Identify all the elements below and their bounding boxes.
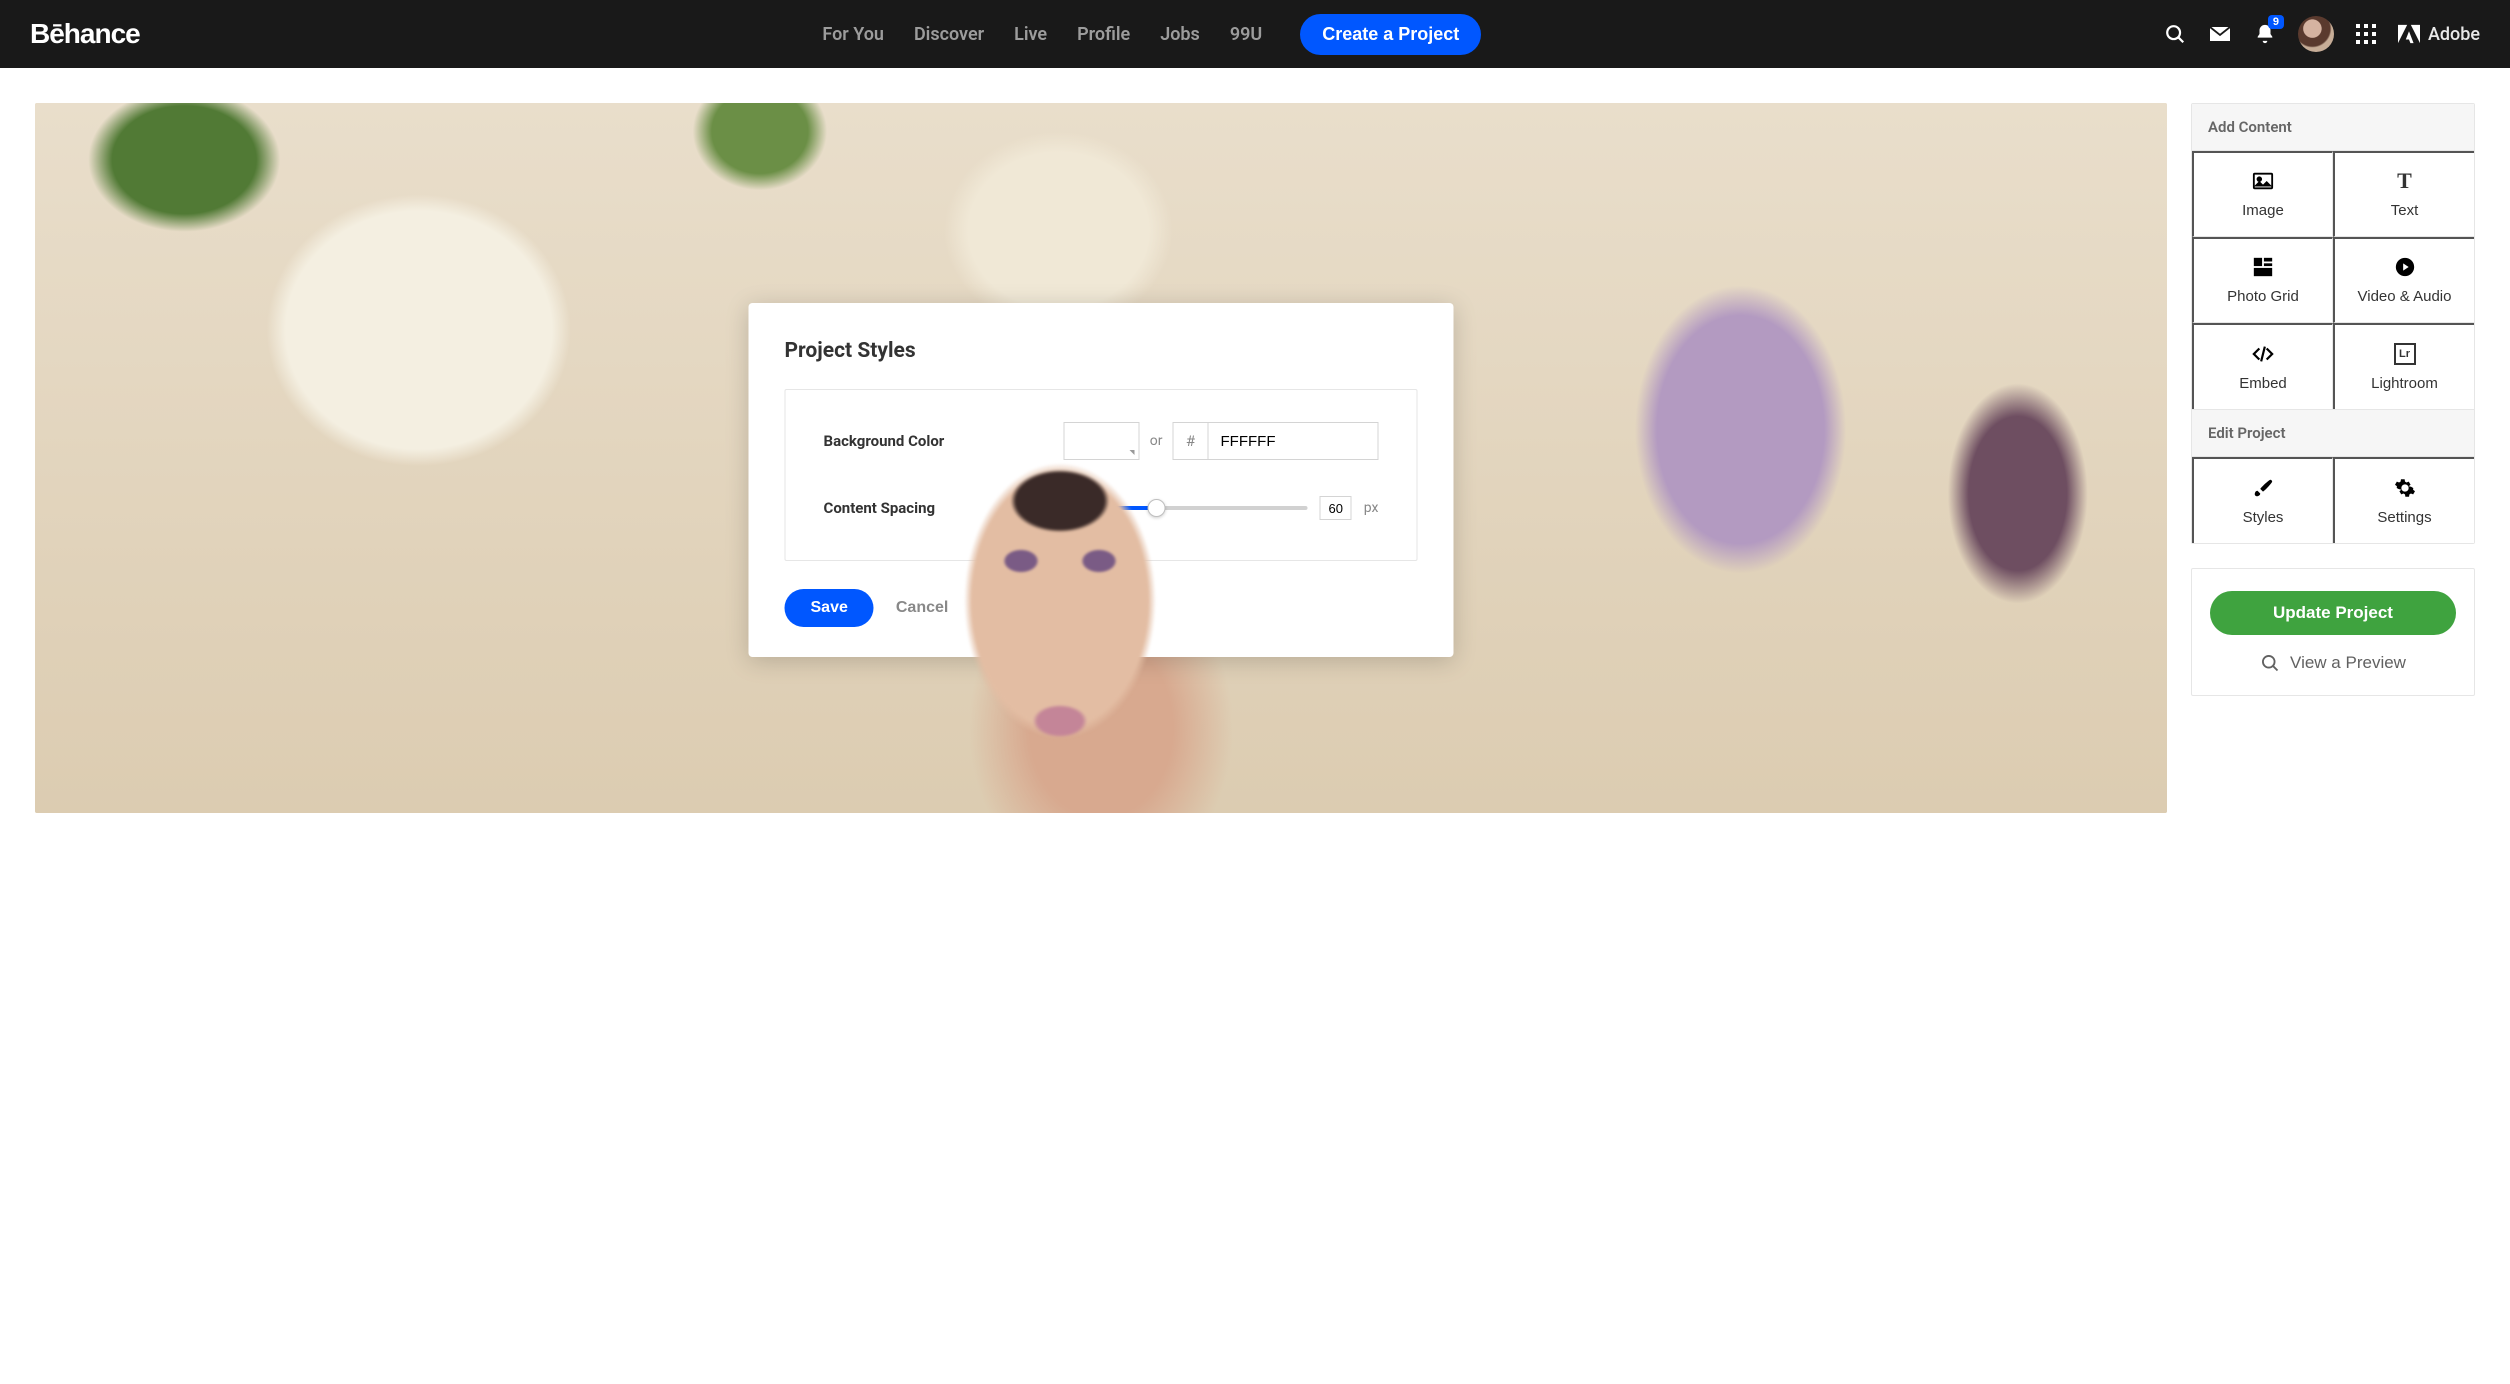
- header-actions: 9 Adobe: [2164, 16, 2480, 52]
- notifications-icon[interactable]: 9: [2254, 23, 2276, 45]
- nav-for-you[interactable]: For You: [822, 24, 884, 45]
- adobe-link[interactable]: Adobe: [2398, 24, 2480, 45]
- editor-sidebar: Add Content Image T Text Photo Grid Vide…: [2191, 103, 2475, 696]
- brush-icon: [2252, 477, 2274, 499]
- tool-embed-label: Embed: [2239, 375, 2287, 392]
- tool-lightroom[interactable]: Lr Lightroom: [2333, 323, 2474, 409]
- text-icon: T: [2394, 170, 2416, 192]
- modal-actions: Save Cancel: [785, 589, 1418, 627]
- tool-text[interactable]: T Text: [2333, 151, 2474, 237]
- spacing-unit: px: [1364, 500, 1379, 516]
- create-project-button[interactable]: Create a Project: [1300, 14, 1481, 55]
- editor-workspace: Project Styles Background Color or # Con…: [0, 68, 2510, 848]
- hex-color-input[interactable]: [1209, 422, 1379, 460]
- nav-99u[interactable]: 99U: [1230, 24, 1262, 45]
- tool-settings[interactable]: Settings: [2333, 457, 2474, 543]
- background-color-controls: or #: [1064, 422, 1379, 460]
- app-header: Bēhance For You Discover Live Profile Jo…: [0, 0, 2510, 68]
- content-spacing-label: Content Spacing: [824, 499, 936, 517]
- content-spacing-value[interactable]: [1320, 496, 1352, 520]
- background-color-row: Background Color or #: [824, 422, 1379, 460]
- nav-discover[interactable]: Discover: [914, 24, 984, 45]
- tool-image[interactable]: Image: [2192, 151, 2333, 237]
- styles-settings-box: Background Color or # Content Spacing: [785, 389, 1418, 561]
- tool-video-audio-label: Video & Audio: [2358, 288, 2452, 305]
- content-spacing-row: Content Spacing px: [824, 496, 1379, 520]
- play-icon: [2394, 256, 2416, 278]
- nav-live[interactable]: Live: [1014, 24, 1047, 45]
- edit-project-title: Edit Project: [2192, 409, 2474, 457]
- search-icon[interactable]: [2164, 23, 2186, 45]
- color-swatch-picker[interactable]: [1064, 422, 1140, 460]
- project-styles-modal: Project Styles Background Color or # Con…: [749, 303, 1454, 657]
- tool-photo-grid[interactable]: Photo Grid: [2192, 237, 2333, 323]
- nav-profile[interactable]: Profile: [1077, 24, 1130, 45]
- avatar[interactable]: [2298, 16, 2334, 52]
- behance-logo[interactable]: Bēhance: [30, 18, 140, 50]
- content-spacing-slider[interactable]: [1053, 506, 1308, 510]
- image-icon: [2252, 170, 2274, 192]
- adobe-icon: [2398, 24, 2420, 44]
- view-preview-button[interactable]: View a Preview: [2260, 653, 2406, 673]
- nav-jobs[interactable]: Jobs: [1160, 24, 1200, 45]
- gear-icon: [2394, 477, 2416, 499]
- hex-input-group: #: [1173, 422, 1379, 460]
- tool-embed[interactable]: Embed: [2192, 323, 2333, 409]
- or-label: or: [1150, 433, 1163, 449]
- save-button[interactable]: Save: [785, 589, 874, 627]
- hash-prefix: #: [1173, 422, 1209, 460]
- modal-title: Project Styles: [785, 339, 1418, 363]
- primary-nav: For You Discover Live Profile Jobs 99U C…: [150, 14, 2154, 55]
- tool-text-label: Text: [2391, 202, 2419, 219]
- tool-settings-label: Settings: [2377, 509, 2431, 526]
- project-actions-panel: Update Project View a Preview: [2191, 568, 2475, 696]
- tool-image-label: Image: [2242, 202, 2284, 219]
- tool-styles[interactable]: Styles: [2192, 457, 2333, 543]
- tool-styles-label: Styles: [2243, 509, 2284, 526]
- add-content-title: Add Content: [2192, 104, 2474, 151]
- notification-badge: 9: [2268, 15, 2284, 29]
- tool-video-audio[interactable]: Video & Audio: [2333, 237, 2474, 323]
- grid-icon: [2252, 256, 2274, 278]
- background-color-label: Background Color: [824, 432, 945, 450]
- update-project-button[interactable]: Update Project: [2210, 591, 2456, 635]
- content-spacing-controls: px: [1053, 496, 1379, 520]
- lightroom-icon: Lr: [2394, 343, 2416, 365]
- search-icon: [2260, 653, 2280, 673]
- mail-icon[interactable]: [2208, 22, 2232, 46]
- project-canvas[interactable]: Project Styles Background Color or # Con…: [35, 103, 2167, 813]
- code-icon: [2252, 343, 2274, 365]
- add-content-panel: Add Content Image T Text Photo Grid Vide…: [2191, 103, 2475, 544]
- adobe-label: Adobe: [2428, 24, 2480, 45]
- tool-photo-grid-label: Photo Grid: [2227, 288, 2299, 305]
- apps-grid-icon[interactable]: [2356, 24, 2376, 44]
- tool-lightroom-label: Lightroom: [2371, 375, 2438, 392]
- cancel-button[interactable]: Cancel: [896, 599, 948, 617]
- view-preview-label: View a Preview: [2290, 653, 2406, 673]
